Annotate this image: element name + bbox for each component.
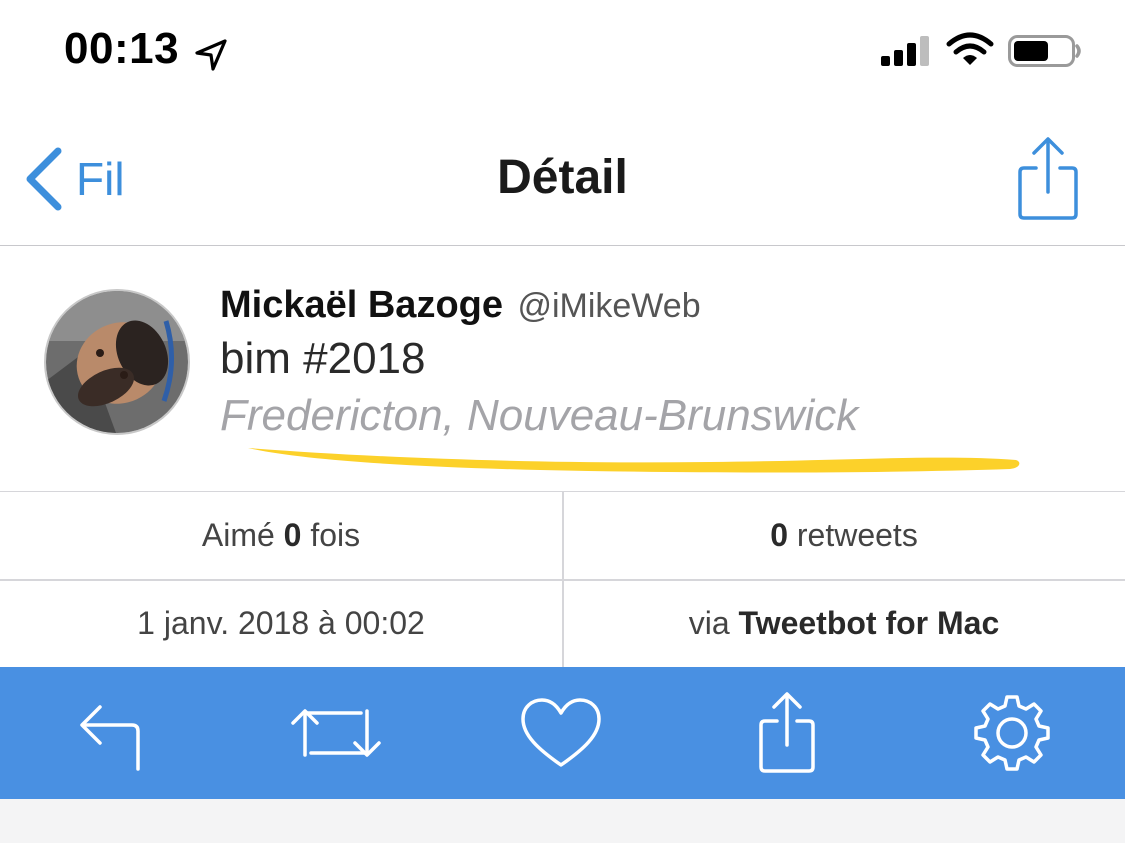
share-icon[interactable] (1012, 134, 1084, 224)
tweet-stats: Aimé 0 fois 0 retweets 1 janv. 2018 à 00… (0, 492, 1125, 667)
retweet-button[interactable] (288, 685, 384, 781)
status-bar: 00:13 (0, 0, 1125, 100)
location-arrow-icon (195, 39, 227, 71)
tweet-client[interactable]: via Tweetbot for Mac (563, 580, 1125, 667)
highlight-annotation (248, 448, 1020, 473)
wifi-icon (946, 32, 994, 65)
avatar[interactable] (44, 289, 190, 435)
retweets-count: 0 (770, 517, 788, 553)
settings-button[interactable] (964, 685, 1060, 781)
client-name: Tweetbot for Mac (738, 605, 1000, 641)
likes-prefix: Aimé (201, 517, 275, 553)
battery-icon (1008, 35, 1081, 67)
author-name[interactable]: Mickaël Bazoge (220, 284, 503, 326)
likes-count: 0 (283, 517, 302, 553)
reply-button[interactable] (64, 685, 160, 781)
retweets-stat[interactable]: 0 retweets (563, 492, 1125, 579)
tweet-author: Mickaël Bazoge @iMikeWeb (220, 284, 701, 327)
gear-icon (974, 695, 1050, 771)
like-button[interactable] (513, 685, 609, 781)
tweet-date: 1 janv. 2018 à 00:02 (0, 580, 562, 667)
cellular-signal-icon (881, 36, 929, 66)
via-prefix: via (688, 605, 730, 641)
share-icon (759, 692, 815, 773)
toolbar-share-button[interactable] (739, 685, 835, 781)
retweet-icon (291, 709, 381, 757)
tweet-date-text: 1 janv. 2018 à 00:02 (137, 605, 425, 641)
page-title: Détail (497, 151, 628, 204)
navigation-bar: Fil Détail (0, 100, 1125, 246)
author-handle[interactable]: @iMikeWeb (517, 287, 700, 325)
tweet-text: bim #2018 (220, 334, 426, 383)
likes-suffix: fois (310, 517, 361, 553)
status-time: 00:13 (64, 24, 180, 73)
reply-icon (80, 705, 140, 771)
bottom-background (0, 799, 1125, 843)
retweets-label: retweets (796, 517, 918, 553)
action-toolbar (0, 667, 1125, 799)
tweet-location[interactable]: Fredericton, Nouveau-Brunswick (220, 391, 858, 441)
stats-divider-horizontal (0, 579, 1125, 581)
heart-icon (521, 698, 601, 767)
likes-stat[interactable]: Aimé 0 fois (0, 492, 562, 579)
tweet-detail: Mickaël Bazoge @iMikeWeb bim #2018 Frede… (0, 246, 1125, 492)
